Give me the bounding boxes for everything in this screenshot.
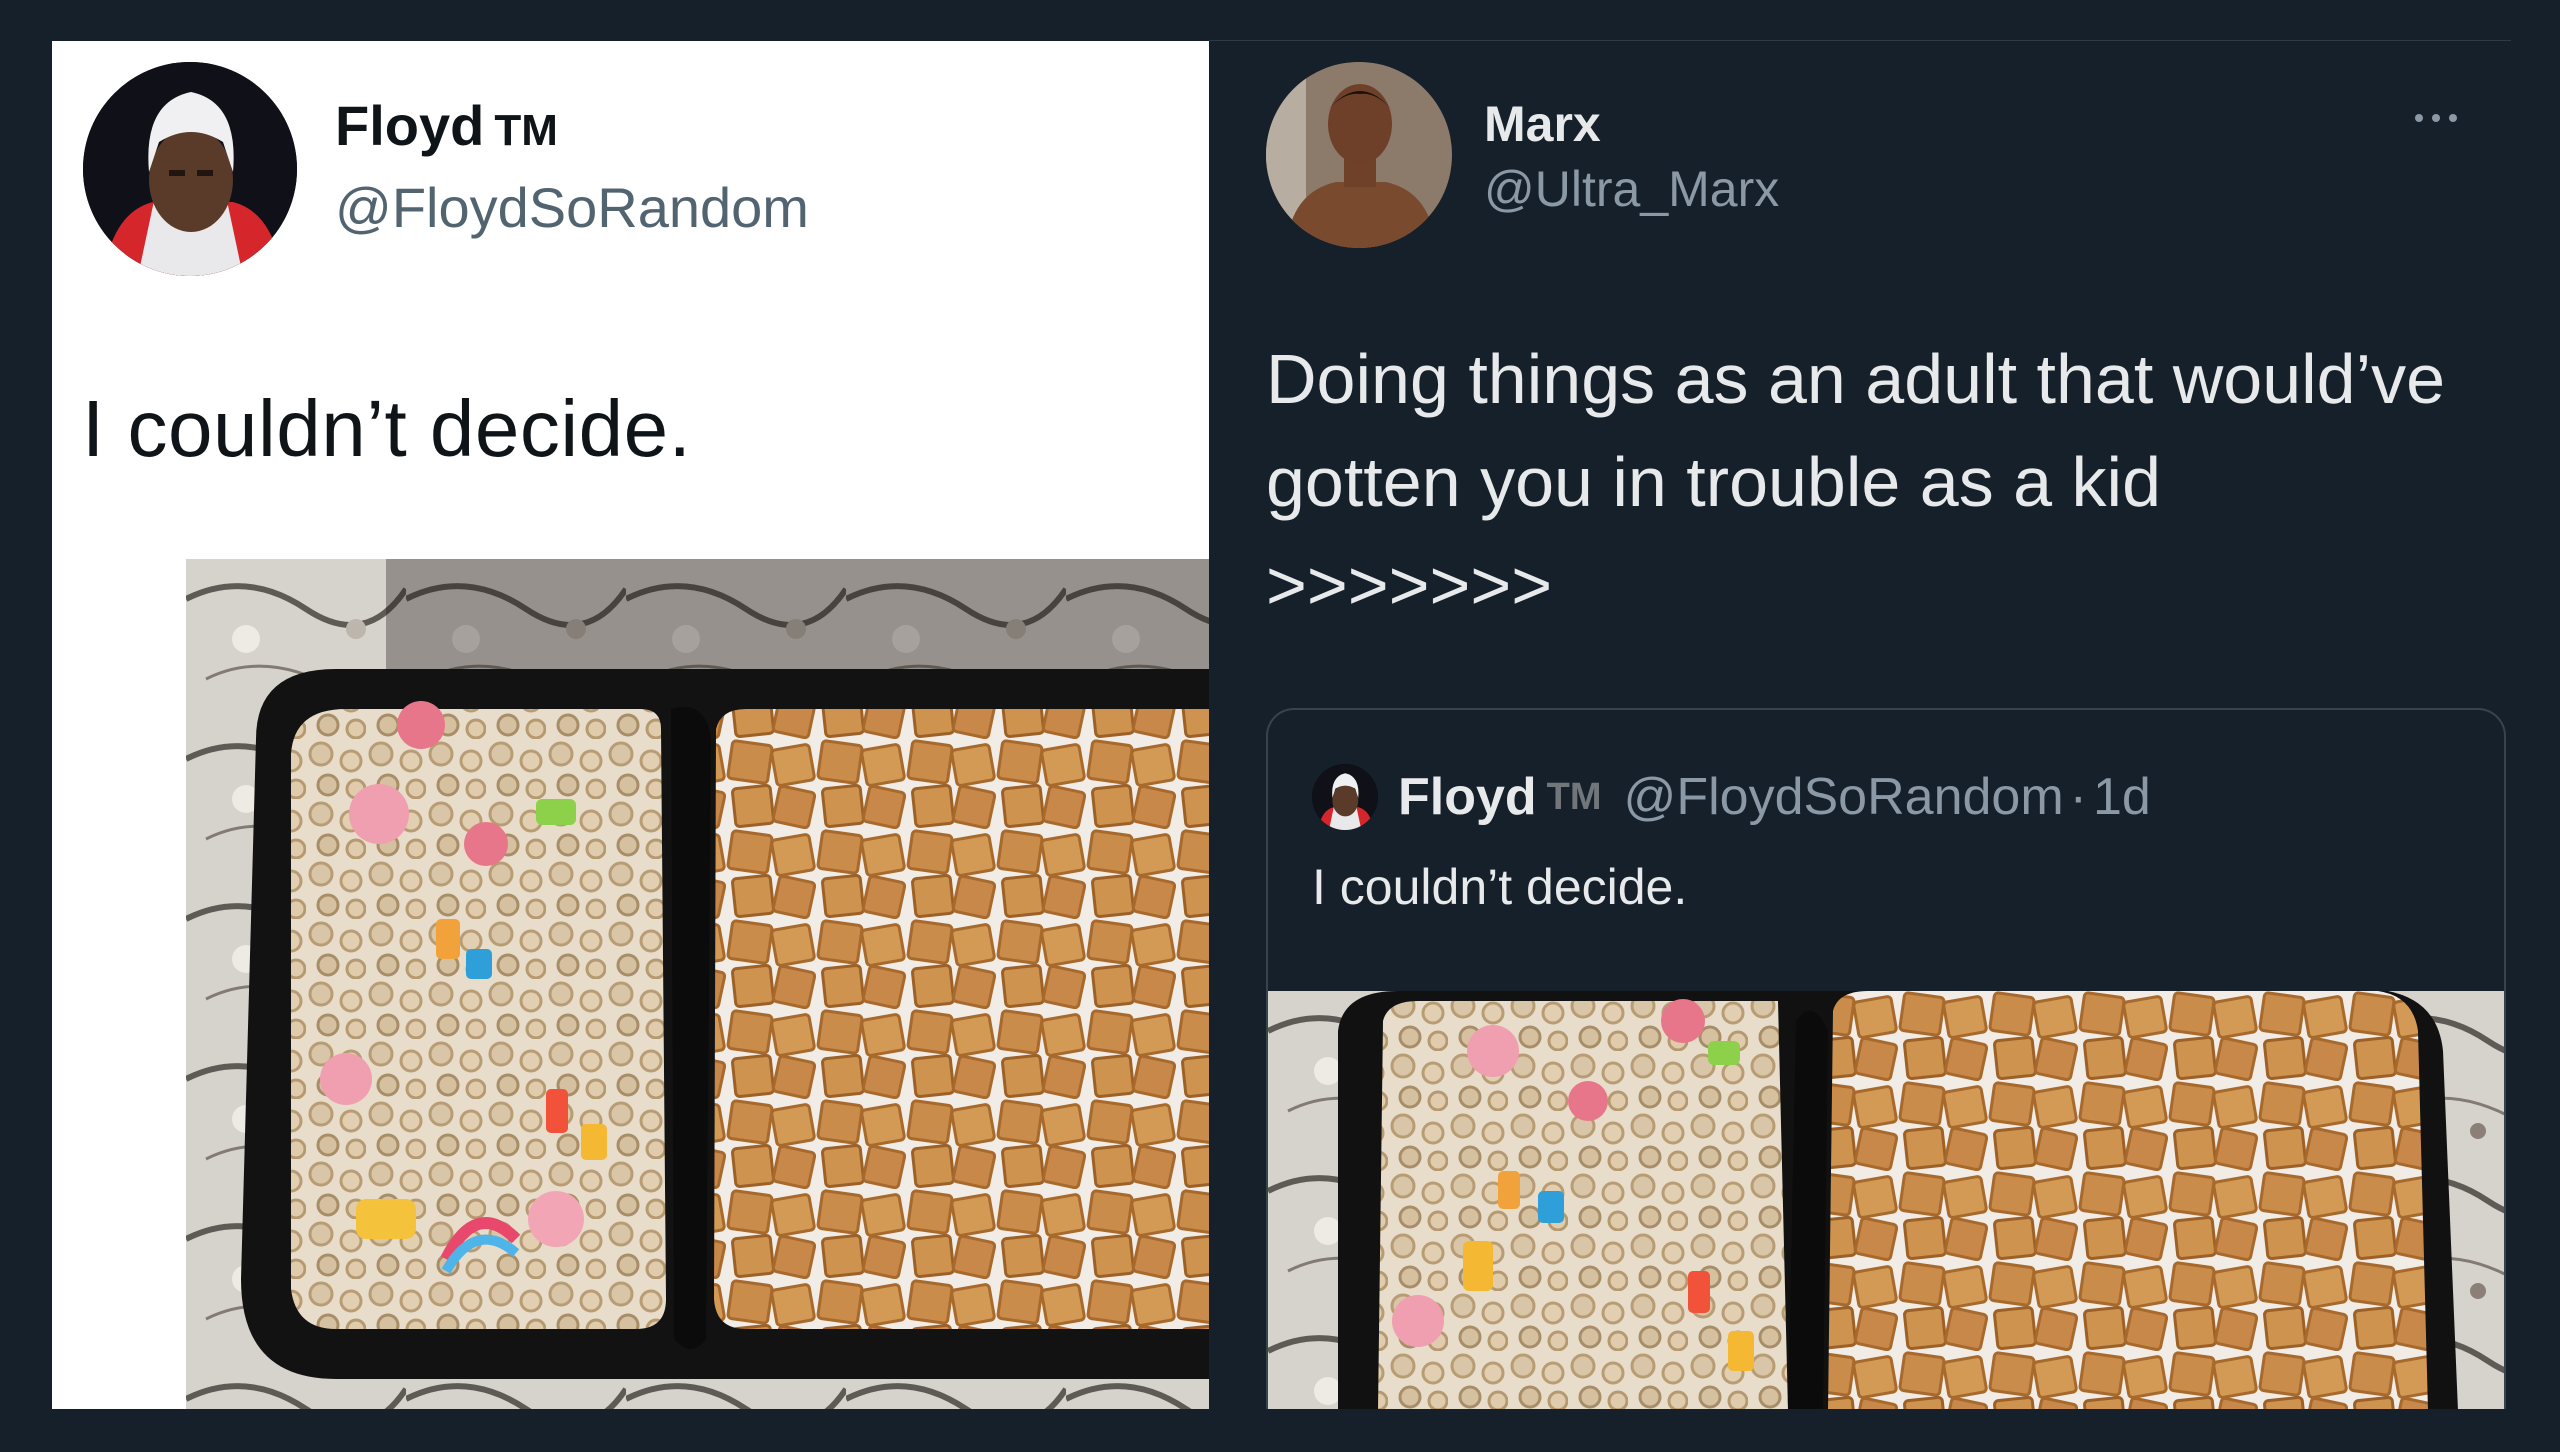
tweet-text: I couldn’t decide. [82,384,692,473]
avatar[interactable] [83,62,297,276]
cereal-photo-icon [186,559,1209,1409]
tweet-photo[interactable] [186,559,1209,1409]
cereal-photo-icon [1268,991,2504,1409]
quoted-tweet[interactable]: Floyd TM @FloydSoRandom · 1d I couldn’t … [1266,708,2506,1409]
avatar-image [83,62,297,276]
author-badge: TM [494,106,558,155]
quoted-tweet-photo[interactable] [1268,991,2504,1409]
tweet-text: Doing things as an adult that would’ve g… [1266,340,2446,624]
author-name-row[interactable]: Floyd TM [335,93,558,158]
author-handle[interactable]: @Ultra_Marx [1484,160,1779,218]
top-margin [0,0,2560,41]
quoted-author-name: Floyd [1398,768,1537,826]
quoted-author-badge: TM [1546,775,1602,818]
avatar-image [1312,764,1378,830]
right-tweet-card[interactable]: Marx @Ultra_Marx Doing things as an adul… [1209,41,2511,1409]
separator-dot: · [2069,768,2087,826]
quoted-author-handle: @FloydSoRandom [1623,768,2064,826]
quoted-avatar [1312,764,1378,830]
quoted-timestamp: 1d [2092,768,2151,826]
avatar[interactable] [1266,62,1452,248]
quoted-tweet-header: Floyd TM @FloydSoRandom · 1d [1312,764,2151,830]
author-handle[interactable]: @FloydSoRandom [335,175,809,240]
left-tweet-card[interactable]: Floyd TM @FloydSoRandom I couldn’t decid… [52,41,1209,1409]
avatar-image [1266,62,1452,248]
author-name[interactable]: Marx [1484,95,1601,153]
author-name[interactable]: Floyd [335,93,484,158]
ellipsis-icon[interactable] [2415,109,2469,123]
quoted-tweet-text: I couldn’t decide. [1312,859,1688,915]
